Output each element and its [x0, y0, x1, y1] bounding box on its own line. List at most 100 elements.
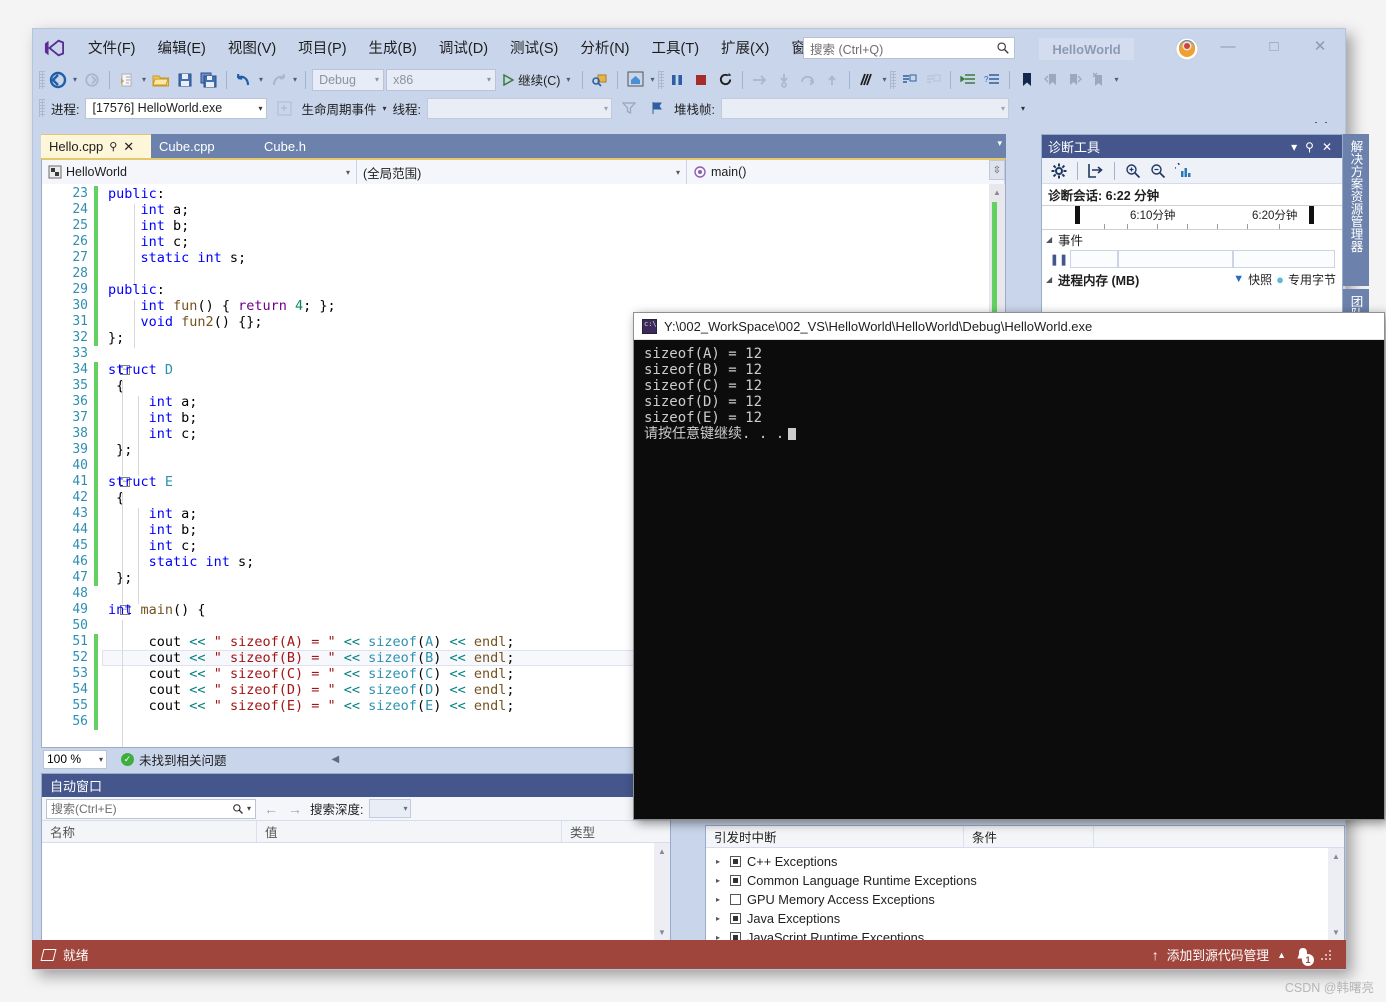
- thread-combo[interactable]: ▾: [427, 97, 612, 119]
- tab-cube-h[interactable]: Cube.h: [256, 134, 351, 158]
- toolbar-overflow-caret[interactable]: ▾: [1112, 75, 1120, 84]
- menu-item-view[interactable]: 视图(V): [217, 33, 287, 62]
- scroll-up-button[interactable]: ▲: [989, 184, 1005, 200]
- back-dropdown-caret[interactable]: ▾: [71, 75, 79, 84]
- expand-chevron-icon[interactable]: ▸: [716, 895, 724, 904]
- nav-scope-combo[interactable]: (全局范围) ▾: [357, 160, 687, 184]
- notifications-button[interactable]: 1: [1294, 946, 1314, 966]
- flag-button[interactable]: [646, 97, 668, 119]
- exception-scroll-up-button[interactable]: ▲: [1328, 848, 1344, 864]
- break-all-button[interactable]: [666, 69, 688, 91]
- close-icon[interactable]: ✕: [123, 139, 134, 155]
- decrease-indent-button[interactable]: ?: [981, 69, 1003, 91]
- step-into-button[interactable]: [773, 69, 795, 91]
- attach-process-button[interactable]: [589, 69, 611, 91]
- autos-column-name[interactable]: 名称: [42, 821, 257, 842]
- autos-scroll-down-button[interactable]: ▼: [654, 924, 670, 940]
- menu-item-tools[interactable]: 工具(T): [641, 33, 711, 62]
- console-output[interactable]: sizeof(A) = 12 sizeof(B) = 12 sizeof(C) = …: [634, 340, 1384, 819]
- expand-chevron-icon[interactable]: ▸: [716, 914, 724, 923]
- menu-item-test[interactable]: 测试(S): [499, 33, 569, 62]
- editor-split-handle[interactable]: ⇳: [989, 160, 1005, 180]
- expand-chevron-icon[interactable]: ▸: [716, 857, 724, 866]
- toolbar-grip[interactable]: [39, 70, 45, 89]
- code-line[interactable]: 28: [42, 266, 1005, 282]
- exception-row[interactable]: ▸ JavaScript Runtime Exceptions: [706, 928, 1328, 940]
- toolbar-grip-3[interactable]: [890, 70, 897, 89]
- redo-button[interactable]: [267, 69, 289, 91]
- new-project-button[interactable]: [116, 69, 138, 91]
- code-line[interactable]: 23 public:: [42, 186, 1005, 202]
- exception-scroll-down-button[interactable]: ▼: [1328, 924, 1344, 940]
- autos-grid-body[interactable]: [42, 843, 654, 940]
- exception-column-break[interactable]: 引发时中断: [706, 826, 964, 847]
- horizontal-scroll-left-icon[interactable]: ◀: [332, 754, 340, 765]
- nav-member-combo[interactable]: main() ▾: [687, 160, 1005, 184]
- expand-chevron-icon[interactable]: ▸: [716, 933, 724, 940]
- continue-button[interactable]: 继续(C) ▾: [498, 69, 576, 91]
- exception-vertical-scrollbar[interactable]: ▲ ▼: [1328, 848, 1344, 940]
- close-button[interactable]: ✕: [1297, 29, 1343, 63]
- search-previous-icon[interactable]: ←: [262, 801, 280, 817]
- uncomment-selection-button[interactable]: [922, 69, 944, 91]
- code-line[interactable]: 26 int c;: [42, 234, 1005, 250]
- exception-checkbox[interactable]: [730, 932, 741, 940]
- nav-project-combo[interactable]: HelloWorld ▾: [42, 160, 357, 184]
- exception-row[interactable]: ▸ Java Exceptions: [706, 909, 1328, 928]
- exception-column-extra[interactable]: [1094, 826, 1344, 847]
- exception-column-condition[interactable]: 条件: [964, 826, 1094, 847]
- diagnostic-dropdown-icon[interactable]: ▾: [1287, 140, 1301, 154]
- resize-grip[interactable]: [1320, 948, 1332, 961]
- diagnostic-charts-button[interactable]: [1172, 161, 1194, 181]
- restart-button[interactable]: [714, 69, 736, 91]
- search-next-icon[interactable]: →: [286, 801, 304, 817]
- solution-platform-combo[interactable]: x86 ▾: [386, 68, 497, 91]
- exception-row[interactable]: ▸ C++ Exceptions: [706, 852, 1328, 871]
- exception-row[interactable]: ▸ GPU Memory Access Exceptions: [706, 890, 1328, 909]
- clear-bookmarks-button[interactable]: [1088, 69, 1110, 91]
- toolbar-grip-2[interactable]: [658, 70, 665, 89]
- diagnostic-zoom-out-button[interactable]: [1147, 161, 1169, 181]
- save-button[interactable]: [174, 69, 196, 91]
- undo-button[interactable]: [233, 69, 255, 91]
- menu-item-edit[interactable]: 编辑(E): [147, 33, 217, 62]
- diagnostic-timeline[interactable]: 6:10分钟 6:20分钟: [1042, 205, 1342, 230]
- menu-item-project[interactable]: 项目(P): [287, 33, 357, 62]
- code-line[interactable]: 29 public:: [42, 282, 1005, 298]
- exception-rows[interactable]: ▸ C++ Exceptions ▸ Common Language Runtime …: [706, 852, 1328, 940]
- autos-column-value[interactable]: 值: [257, 821, 562, 842]
- autos-depth-combo[interactable]: ▾: [369, 799, 412, 818]
- stack-frame-combo[interactable]: ▾: [720, 97, 1009, 119]
- menu-item-file[interactable]: 文件(F): [77, 33, 147, 62]
- hot-reload-caret[interactable]: ▾: [648, 75, 656, 84]
- autos-search-caret[interactable]: ▾: [247, 804, 251, 813]
- console-window[interactable]: Y:\002_WorkSpace\002_VS\HelloWorld\Hello…: [633, 312, 1385, 820]
- process-combo[interactable]: [17576] HelloWorld.exe ▾: [85, 97, 268, 119]
- solution-config-combo[interactable]: Debug ▾: [312, 68, 385, 91]
- lifecycle-caret[interactable]: ▾: [383, 104, 387, 113]
- menu-item-debug[interactable]: 调试(D): [428, 33, 499, 62]
- redo-caret[interactable]: ▾: [291, 75, 299, 84]
- autos-vertical-scrollbar[interactable]: ▲ ▼: [654, 843, 670, 940]
- save-all-button[interactable]: [198, 69, 220, 91]
- thread-caret[interactable]: ▾: [880, 75, 888, 84]
- menu-item-extensions[interactable]: 扩展(X): [710, 33, 780, 62]
- hot-reload-button[interactable]: [624, 69, 646, 91]
- diagnostic-memory-section[interactable]: ◢ 进程内存 (MB) ▼ 快照 ● 专用字节: [1042, 270, 1342, 288]
- show-next-statement-button[interactable]: [749, 69, 771, 91]
- tab-overflow-caret[interactable]: ▾: [997, 138, 1002, 149]
- previous-bookmark-button[interactable]: [1040, 69, 1062, 91]
- tab-cube-cpp[interactable]: Cube.cpp: [151, 134, 256, 158]
- new-project-caret[interactable]: ▾: [140, 75, 148, 84]
- diagnostic-close-icon[interactable]: ✕: [1318, 140, 1336, 154]
- source-control-label[interactable]: 添加到源代码管理: [1167, 945, 1269, 964]
- user-account-avatar[interactable]: [1175, 37, 1199, 61]
- vtab-solution-explorer[interactable]: 解决方案资源管理器: [1343, 134, 1369, 286]
- navigate-backward-button[interactable]: [47, 69, 69, 91]
- autos-column-type[interactable]: 类型: [562, 821, 670, 842]
- debug-toolbar-overflow[interactable]: ▾: [1021, 104, 1025, 113]
- navigate-forward-button[interactable]: [81, 69, 103, 91]
- diagnostic-events-section[interactable]: ◢ 事件: [1042, 230, 1342, 248]
- toggle-bookmark-button[interactable]: [1016, 69, 1038, 91]
- zoom-level-combo[interactable]: 100 % ▾: [43, 749, 107, 769]
